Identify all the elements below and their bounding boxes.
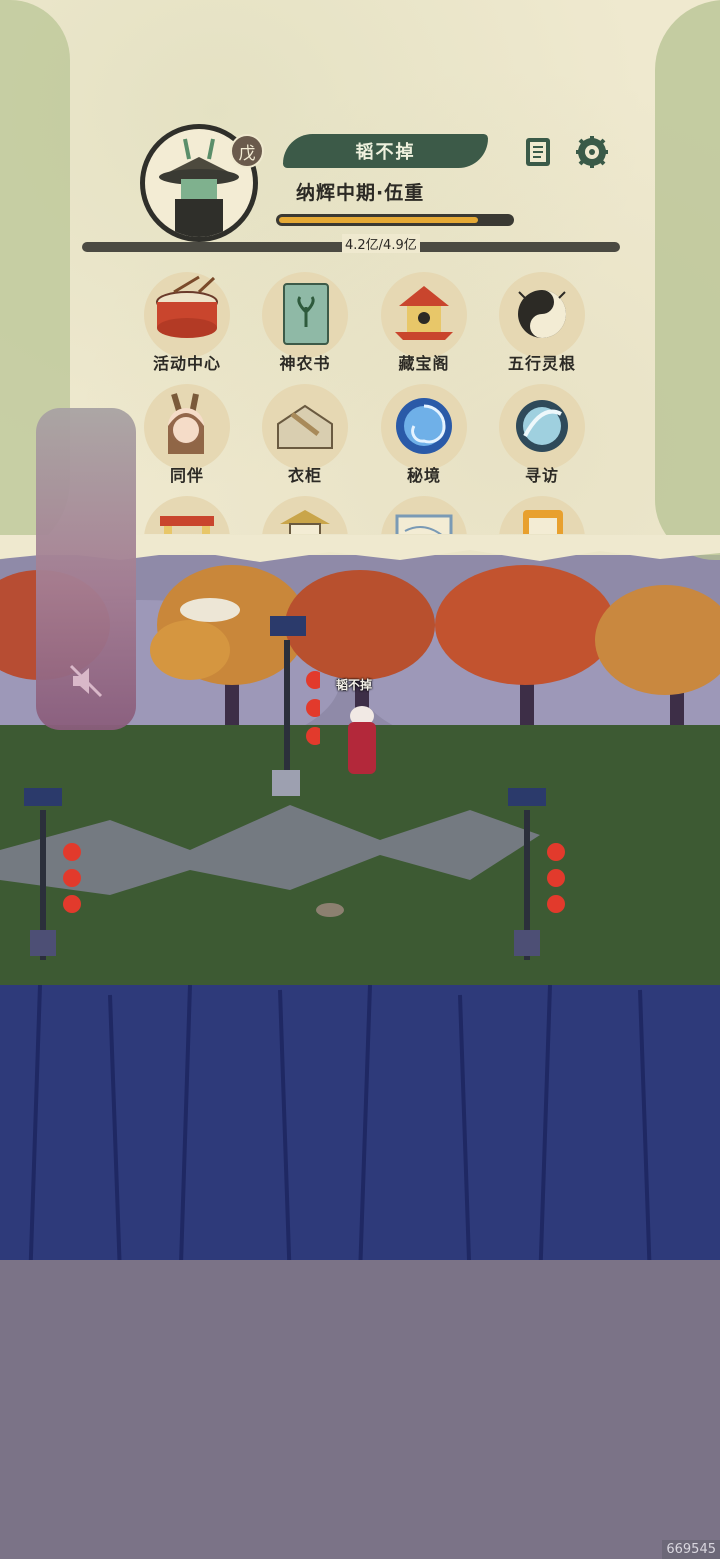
xp-text: 4.2亿/4.9亿: [342, 234, 420, 253]
menu-item-gate[interactable]: [137, 496, 237, 534]
menu-item-label: 神农书: [279, 354, 331, 373]
map-scroll-icon: [381, 496, 467, 534]
crystal-orb-icon: [499, 384, 585, 470]
menu-item-同伴[interactable]: 同伴: [137, 384, 237, 486]
pagoda-icon: [381, 272, 467, 358]
menu-item-tablet[interactable]: [492, 496, 592, 534]
gear-settings-icon[interactable]: [574, 134, 610, 170]
menu-item-label: 藏宝阁: [398, 354, 450, 373]
menu-item-shrine[interactable]: [255, 496, 355, 534]
tablet-icon: [499, 496, 585, 534]
player-name: 韬不掉: [355, 142, 416, 163]
menu-item-label: 寻访: [524, 466, 559, 485]
xp-progress-bar: [276, 214, 514, 226]
lamp-post: [508, 788, 565, 960]
scene-path: [0, 788, 565, 960]
menu-item-活动中心[interactable]: 活动中心: [137, 272, 237, 374]
yin-yang-icon: [499, 272, 585, 358]
cloud-decoration: [655, 0, 720, 560]
menu-item-map-scroll[interactable]: [374, 496, 474, 534]
shrine-icon: [262, 496, 348, 534]
folded-clothes-icon: [262, 384, 348, 470]
mute-speaker-icon[interactable]: [65, 660, 107, 702]
game-screen: 韬不掉 戊 韬不掉 纳辉中期·伍重 4.2亿/4.9亿 活动中心 神农书 藏宝阁…: [0, 0, 720, 1559]
companion-girl-icon: [144, 384, 230, 470]
menu-item-label: 同伴: [169, 466, 204, 485]
fog-below: [0, 1260, 720, 1559]
gate-icon: [144, 496, 230, 534]
player-name-banner[interactable]: 韬不掉: [283, 134, 488, 168]
cultivation-realm: 纳辉中期·伍重: [296, 182, 425, 204]
menu-item-label: 五行灵根: [507, 354, 576, 373]
stone-path: [0, 805, 540, 895]
menu-item-衣柜[interactable]: 衣柜: [255, 384, 355, 486]
speech-cloud: [180, 598, 240, 622]
menu-item-神农书[interactable]: 神农书: [255, 272, 355, 374]
cliff-texture: [28, 984, 652, 1296]
drum-icon: [144, 272, 230, 358]
menu-item-藏宝阁[interactable]: 藏宝阁: [374, 272, 474, 374]
menu-item-秘境[interactable]: 秘境: [374, 384, 474, 486]
scroll-book-icon[interactable]: [520, 134, 556, 170]
lamp-post: [270, 616, 320, 796]
menu-item-五行灵根[interactable]: 五行灵根: [492, 272, 592, 374]
menu-item-寻访[interactable]: 寻访: [492, 384, 592, 486]
xp-progress-fill: [279, 217, 478, 223]
menu-item-label: 秘境: [406, 466, 441, 485]
zodiac-badge: 戊: [230, 134, 264, 168]
cliff-face: [0, 984, 720, 1305]
watermark: 669545: [662, 1540, 720, 1559]
menu-item-label: 活动中心: [152, 354, 221, 373]
herb-book-icon: [262, 272, 348, 358]
menu-item-label: 衣柜: [287, 466, 322, 485]
portal-vortex-icon: [381, 384, 467, 470]
tree-stump: [316, 903, 344, 917]
character-name-label: 韬不掉: [336, 678, 373, 692]
player-character[interactable]: [342, 700, 382, 780]
